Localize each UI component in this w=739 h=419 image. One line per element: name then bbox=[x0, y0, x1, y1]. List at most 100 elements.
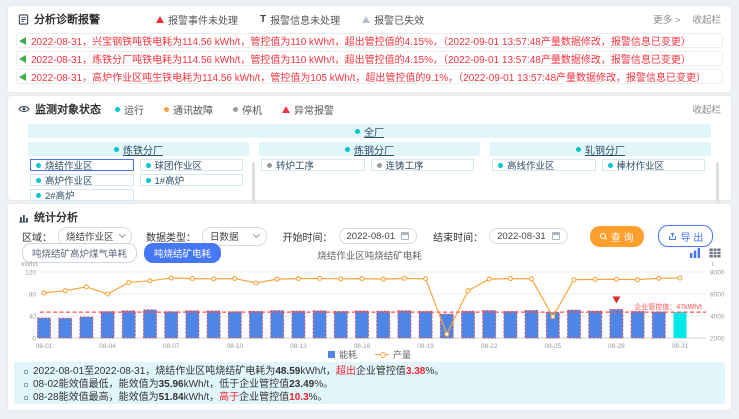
region-label: 区域： bbox=[22, 229, 52, 244]
legend-stopped: 停机 bbox=[233, 102, 262, 117]
svg-text:120: 120 bbox=[25, 270, 36, 277]
status-dot bbox=[146, 163, 151, 168]
status-panel-title: 监测对象状态 bbox=[35, 101, 101, 117]
status-dot bbox=[355, 129, 360, 134]
bullet-icon bbox=[24, 370, 28, 374]
analysis-summary: 2022-08-01至2022-08-31，烧结作业区吨烧结矿电耗为48.59k… bbox=[14, 362, 725, 404]
bullet-icon bbox=[24, 383, 28, 387]
alarm-panel: 分析诊断报警 报警事件未处理 T报警信息未处理 报警已失效 更多 > 收起栏 2… bbox=[8, 6, 731, 92]
summary-line: 2022-08-01至2022-08-31，烧结作业区吨烧结矿电耗为48.59k… bbox=[24, 365, 715, 378]
scrollbar[interactable] bbox=[252, 162, 255, 202]
status-dot bbox=[114, 147, 119, 152]
alert-row[interactable]: 2022-08-31，兴宝钢铁吨铁电耗为114.56 kWh/t，管控值为110… bbox=[16, 33, 723, 48]
alarm-panel-header: 分析诊断报警 报警事件未处理 T报警信息未处理 报警已失效 更多 > 收起栏 bbox=[8, 6, 731, 30]
letter-t-icon: T bbox=[260, 14, 266, 25]
status-dot bbox=[146, 178, 151, 183]
branch-steelmaking: 炼钢分厂 转炉工序 连铸工序 bbox=[259, 142, 480, 201]
tree-node-blast-furnace-area[interactable]: 高炉作业区 bbox=[30, 174, 134, 186]
chevron-down-icon bbox=[119, 231, 125, 237]
alert-row[interactable]: 2022-08-31，高炉作业区吨生铁电耗为114.56 kWh/t，管控值为1… bbox=[16, 69, 723, 84]
datatype-label: 数据类型： bbox=[146, 229, 196, 244]
stats-panel-header: 统计分析 bbox=[18, 209, 78, 225]
green-flag-icon bbox=[19, 55, 26, 63]
end-date-input[interactable]: 2022-08-31 bbox=[489, 228, 568, 244]
alarm-triangle-icon bbox=[282, 106, 290, 113]
branch-ironmaking: 炼铁分厂 烧结作业区 球团作业区 高炉作业区 1#高炉 2#高炉 bbox=[28, 142, 249, 201]
branch-items: 转炉工序 连铸工序 bbox=[259, 156, 480, 171]
svg-text:企业管控值：47kWh/t: 企业管控值：47kWh/t bbox=[634, 302, 702, 311]
svg-text:4000: 4000 bbox=[710, 314, 725, 321]
eye-icon bbox=[18, 103, 30, 115]
tree-node-blast-furnace-2[interactable]: 2#高炉 bbox=[30, 189, 134, 201]
summary-line: 08-02能效值最低，能效值为35.96kWh/t，低于企业管控值23.49%。 bbox=[24, 378, 715, 391]
energy-legend-swatch bbox=[328, 351, 335, 358]
legend-comm-fault: 通讯故障 bbox=[164, 102, 213, 117]
svg-text:0: 0 bbox=[32, 336, 36, 343]
alarm-header-actions: 更多 > 收起栏 bbox=[653, 12, 721, 26]
status-dot bbox=[608, 163, 613, 168]
svg-text:8000: 8000 bbox=[710, 270, 725, 277]
status-legend: 运行 通讯故障 停机 异常报警 bbox=[115, 102, 334, 117]
tree-node-pellet-area[interactable]: 球团作业区 bbox=[140, 159, 244, 171]
calendar-icon bbox=[552, 232, 560, 240]
green-flag-icon bbox=[19, 73, 26, 81]
legend-energy[interactable]: 能耗 bbox=[328, 348, 357, 361]
tree-node-ironmaking-branch[interactable]: 炼铁分厂 bbox=[28, 142, 249, 156]
collapse-link[interactable]: 收起栏 bbox=[692, 102, 721, 116]
alert-row[interactable]: 2022-08-31，炼铁分厂吨铁电耗为114.56 kWh/t，管控值为110… bbox=[16, 51, 723, 66]
bar-chart-icon bbox=[18, 212, 29, 223]
search-icon bbox=[600, 233, 606, 239]
production-legend-marker bbox=[375, 354, 389, 356]
tree-node-steelmaking-branch[interactable]: 炼钢分厂 bbox=[259, 142, 480, 156]
gray-triangle-icon bbox=[362, 16, 370, 23]
legend-running: 运行 bbox=[115, 102, 144, 117]
start-date-input[interactable]: 2022-08-01 bbox=[339, 228, 418, 244]
status-dot bbox=[267, 163, 272, 168]
tree-node-converter-process[interactable]: 转炉工序 bbox=[261, 159, 365, 171]
alert-text: 2022-08-31，兴宝钢铁吨铁电耗为114.56 kWh/t，管控值为110… bbox=[31, 33, 691, 48]
tree-node-casting-process[interactable]: 连铸工序 bbox=[371, 159, 475, 171]
tree-node-rolling-branch[interactable]: 轧钢分厂 bbox=[490, 142, 711, 156]
legend-alarm-event-unhandled: 报警事件未处理 bbox=[156, 12, 238, 27]
status-dot bbox=[345, 147, 350, 152]
scrollbar[interactable] bbox=[716, 162, 719, 202]
svg-text:2000: 2000 bbox=[710, 336, 725, 343]
chevron-down-icon bbox=[253, 231, 259, 237]
chart-area: 040801202000400060008000kWh/tt企业管控值：47kW… bbox=[14, 258, 725, 355]
branch-rolling: 轧钢分厂 高线作业区 棒材作业区 bbox=[490, 142, 711, 201]
tree-node-high-speed-wire-area[interactable]: 高线作业区 bbox=[492, 159, 596, 171]
tree-node-blast-furnace-1[interactable]: 1#高炉 bbox=[140, 174, 244, 186]
legend-abnormal-alarm: 异常报警 bbox=[282, 102, 334, 117]
status-dot bbox=[36, 193, 41, 198]
stats-panel: 统计分析 区域： 烧结作业区 数据类型： 日数据 开始时间： 2022-08-0… bbox=[8, 204, 731, 410]
alert-text: 2022-08-31，炼铁分厂吨铁电耗为114.56 kWh/t，管控值为110… bbox=[31, 51, 691, 66]
tree-node-bar-area[interactable]: 棒材作业区 bbox=[602, 159, 706, 171]
status-panel-header: 监测对象状态 运行 通讯故障 停机 异常报警 收起栏 bbox=[8, 96, 731, 120]
status-dot bbox=[377, 163, 382, 168]
tree-node-whole-plant[interactable]: 全厂 bbox=[28, 124, 711, 138]
bullet-icon bbox=[24, 396, 28, 400]
collapse-link[interactable]: 收起栏 bbox=[692, 12, 721, 26]
legend-alarm-expired: 报警已失效 bbox=[362, 12, 424, 27]
chart-legend: 能耗 产量 bbox=[8, 348, 731, 361]
alert-text: 2022-08-31，高炉作业区吨生铁电耗为114.56 kWh/t，管控值为1… bbox=[31, 69, 706, 84]
branch-items: 烧结作业区 球团作业区 高炉作业区 1#高炉 2#高炉 bbox=[28, 156, 249, 201]
legend-production[interactable]: 产量 bbox=[375, 348, 411, 361]
calendar-icon bbox=[401, 232, 409, 240]
legend-alarm-info-unhandled: T报警信息未处理 bbox=[260, 12, 340, 27]
svg-text:40: 40 bbox=[29, 314, 37, 321]
summary-line: 08-28能效值最高，能效值为51.84kWh/t，高于企业管控值10.3%。 bbox=[24, 391, 715, 404]
tree-node-sintering-area[interactable]: 烧结作业区 bbox=[30, 159, 134, 171]
svg-text:t: t bbox=[712, 261, 714, 268]
more-link[interactable]: 更多 > bbox=[653, 12, 680, 26]
stop-dot-icon bbox=[233, 107, 238, 112]
end-time-label: 结束时间： bbox=[433, 229, 483, 244]
status-dot bbox=[36, 178, 41, 183]
energy-chart: 040801202000400060008000kWh/tt企业管控值：47kW… bbox=[14, 258, 725, 350]
svg-text:kWh/t: kWh/t bbox=[21, 261, 38, 268]
stats-panel-title: 统计分析 bbox=[34, 209, 78, 225]
report-icon bbox=[18, 14, 29, 25]
svg-text:6000: 6000 bbox=[710, 292, 725, 299]
status-dot bbox=[498, 163, 503, 168]
run-dot-icon bbox=[115, 107, 120, 112]
